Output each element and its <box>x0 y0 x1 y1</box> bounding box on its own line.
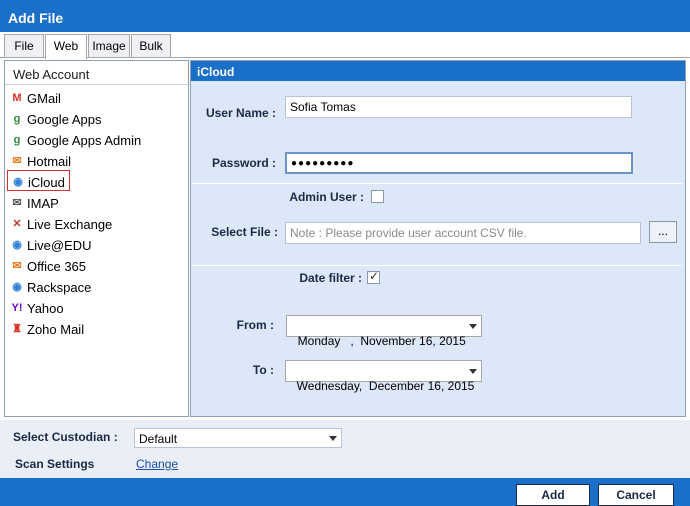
web-account-label: Google Apps <box>27 111 102 127</box>
google-apps-icon: g <box>13 113 21 125</box>
check-icon: ✓ <box>369 269 380 283</box>
web-account-label: Hotmail <box>27 153 72 169</box>
live-exchange-icon: ✕ <box>12 218 22 230</box>
admin-user-checkbox[interactable] <box>371 190 384 203</box>
from-date-picker[interactable]: Monday , November 16, 2015 <box>286 315 482 348</box>
add-button[interactable]: Add <box>516 484 590 506</box>
imap-icon: ✉ <box>12 197 22 209</box>
window-title: Add File <box>0 0 690 32</box>
web-account-label: Google Apps Admin <box>27 132 142 148</box>
to-label: To : <box>252 363 274 377</box>
web-account-item-icloud[interactable]: ◉ iCloud <box>7 170 70 191</box>
web-account-label: GMail <box>27 90 61 106</box>
from-label: From : <box>236 318 274 332</box>
web-account-item-live-edu[interactable]: ◉ Live@EDU <box>7 233 96 254</box>
custodian-value: Default <box>139 432 178 446</box>
web-account-item-imap[interactable]: ✉ IMAP <box>7 191 63 212</box>
browse-button[interactable]: ... <box>649 221 677 243</box>
user-name-input[interactable]: Sofia Tomas <box>285 96 632 118</box>
select-custodian-label: Select Custodian : <box>13 430 118 444</box>
web-account-label: Zoho Mail <box>27 321 85 337</box>
office365-icon: ✉ <box>12 260 22 272</box>
web-account-item-hotmail[interactable]: ✉ Hotmail <box>7 149 75 170</box>
gmail-icon: M <box>12 92 22 104</box>
web-account-label: Live Exchange <box>27 216 113 232</box>
section-divider <box>192 183 682 184</box>
admin-user-label: Admin User : <box>289 190 364 204</box>
web-account-item-gmail[interactable]: M GMail <box>7 86 65 107</box>
web-account-item-yahoo[interactable]: Y! Yahoo <box>7 296 68 317</box>
section-divider <box>192 265 682 266</box>
web-account-label: Rackspace <box>27 279 92 295</box>
from-date-value: Monday , November 16, 2015 <box>297 334 466 348</box>
custodian-select[interactable]: Default <box>134 428 342 448</box>
scan-settings-label: Scan Settings <box>15 457 95 471</box>
chevron-down-icon <box>469 324 477 329</box>
date-filter-label: Date filter : <box>299 271 362 285</box>
zoho-icon: ♜ <box>12 323 22 335</box>
tab-web[interactable]: Web <box>45 34 87 59</box>
date-filter-checkbox[interactable]: ✓ <box>367 269 380 284</box>
tab-bar: File Web Image Bulk <box>0 32 690 59</box>
web-account-label: IMAP <box>27 195 59 211</box>
google-apps-admin-icon: g <box>13 134 21 146</box>
rackspace-icon: ◉ <box>12 281 22 293</box>
web-account-item-google-apps[interactable]: g Google Apps <box>7 107 105 128</box>
to-date-value: Wednesday, December 16, 2015 <box>296 379 475 393</box>
select-file-input[interactable]: Note : Please provide user account CSV f… <box>285 222 641 244</box>
chevron-down-icon <box>469 369 477 374</box>
hotmail-icon: ✉ <box>12 155 22 167</box>
icloud-icon: ◉ <box>13 176 23 188</box>
tab-file[interactable]: File <box>4 34 44 58</box>
web-account-header: Web Account <box>5 61 188 85</box>
web-account-item-live-exchange[interactable]: ✕ Live Exchange <box>7 212 116 233</box>
tab-bulk[interactable]: Bulk <box>131 34 171 58</box>
password-label: Password : <box>211 156 276 170</box>
web-account-label: iCloud <box>28 174 65 190</box>
cancel-button[interactable]: Cancel <box>598 484 674 506</box>
web-account-item-rackspace[interactable]: ◉ Rackspace <box>7 275 95 296</box>
user-name-label: User Name : <box>205 106 276 120</box>
tab-image[interactable]: Image <box>88 34 130 58</box>
live-edu-icon: ◉ <box>12 239 22 251</box>
form-header: iCloud <box>191 61 685 81</box>
change-link[interactable]: Change <box>136 457 178 471</box>
web-account-label: Office 365 <box>27 258 87 274</box>
web-account-label: Live@EDU <box>27 237 92 253</box>
web-account-item-office-365[interactable]: ✉ Office 365 <box>7 254 90 275</box>
chevron-down-icon <box>329 436 337 441</box>
web-account-item-zoho-mail[interactable]: ♜ Zoho Mail <box>7 317 88 338</box>
web-account-label: Yahoo <box>27 300 64 316</box>
yahoo-icon: Y! <box>11 302 23 314</box>
to-date-picker[interactable]: Wednesday, December 16, 2015 <box>285 360 482 393</box>
web-account-item-google-apps-admin[interactable]: g Google Apps Admin <box>7 128 145 149</box>
web-account-list: Web Account M GMail g Google Apps g Google Ap… <box>4 60 189 417</box>
select-file-label: Select File : <box>211 225 278 239</box>
password-input[interactable]: ●●●●●●●●● <box>285 152 633 174</box>
